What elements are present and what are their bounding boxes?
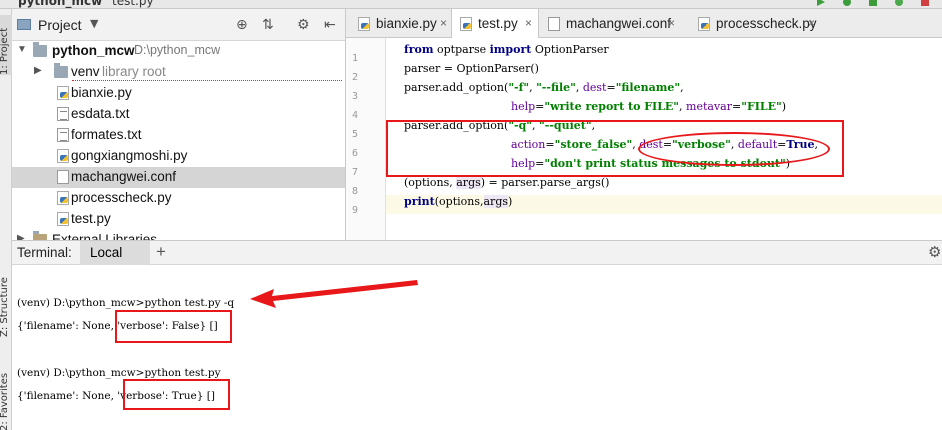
annotation-arrow: [250, 280, 418, 308]
